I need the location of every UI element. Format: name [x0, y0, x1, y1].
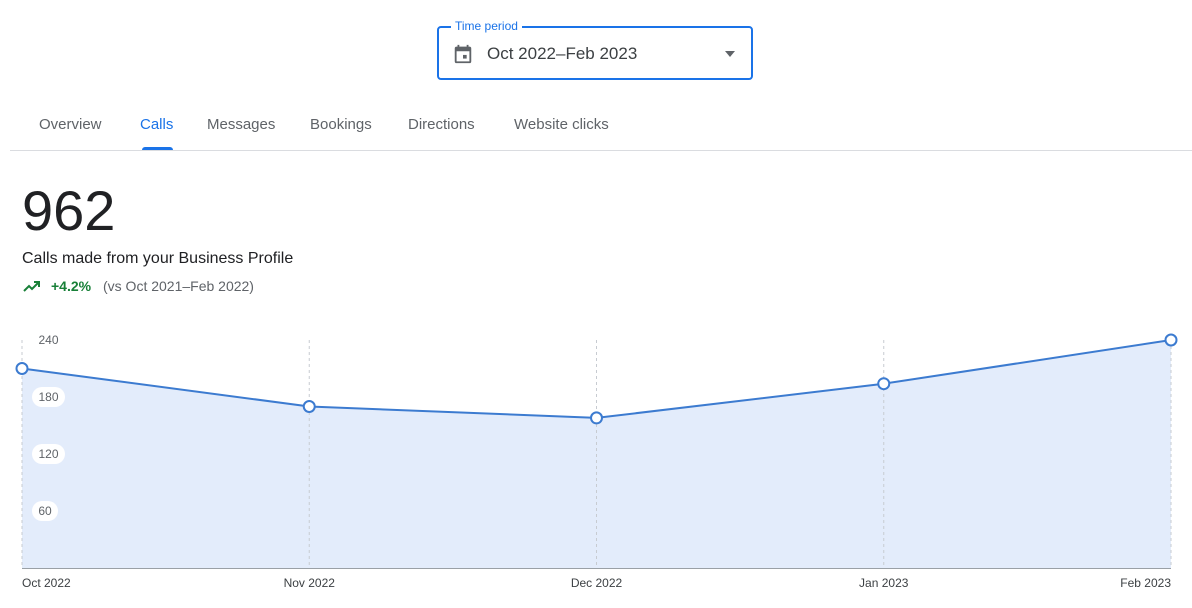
- metric-change: +4.2%: [51, 278, 92, 294]
- time-period-label: Time period: [451, 18, 522, 34]
- tab-website-clicks[interactable]: Website clicks: [514, 116, 609, 134]
- data-point: [15, 362, 29, 375]
- tab-bookings[interactable]: Bookings: [310, 116, 372, 134]
- x-tick-label: Oct 2022: [22, 576, 71, 590]
- data-point: [590, 411, 603, 425]
- x-tick-label: Feb 2023: [1120, 576, 1171, 590]
- x-tick-label: Jan 2023: [859, 576, 909, 590]
- metric-comparison: (vs Oct 2021–Feb 2022): [103, 278, 254, 294]
- data-point: [1164, 333, 1178, 347]
- tab-directions[interactable]: Directions: [408, 116, 475, 134]
- y-tick-label: 120: [38, 447, 58, 461]
- calendar-icon: [454, 44, 472, 64]
- tab-messages[interactable]: Messages: [207, 116, 275, 134]
- calls-chart: 60 120 180 240 Oct 2022 Nov 2022 Dec 2022 Jan 2…: [15, 330, 1178, 590]
- trending-up-icon: [23, 281, 40, 292]
- data-point: [877, 377, 891, 391]
- tab-overview[interactable]: Overview: [39, 116, 102, 134]
- metric-description: Calls made from your Business Profile: [22, 250, 294, 267]
- tabs-divider: [10, 150, 1192, 151]
- x-tick-label: Nov 2022: [284, 576, 336, 590]
- tab-bar: Overview Calls Messages Bookings Directi…: [0, 106, 1192, 152]
- arrow-drop-down-icon[interactable]: [723, 49, 737, 59]
- data-point: [302, 400, 316, 413]
- time-period-value: Oct 2022–Feb 2023: [487, 44, 638, 63]
- metric-value: 962: [22, 179, 116, 242]
- x-tick-label: Dec 2022: [571, 576, 623, 590]
- y-tick-label: 180: [38, 390, 58, 404]
- tab-calls[interactable]: Calls: [140, 116, 173, 134]
- y-tick-label: 240: [38, 333, 58, 347]
- y-tick-label: 60: [38, 504, 52, 518]
- time-period-select[interactable]: Time period Oct 2022–Feb 2023: [437, 18, 753, 80]
